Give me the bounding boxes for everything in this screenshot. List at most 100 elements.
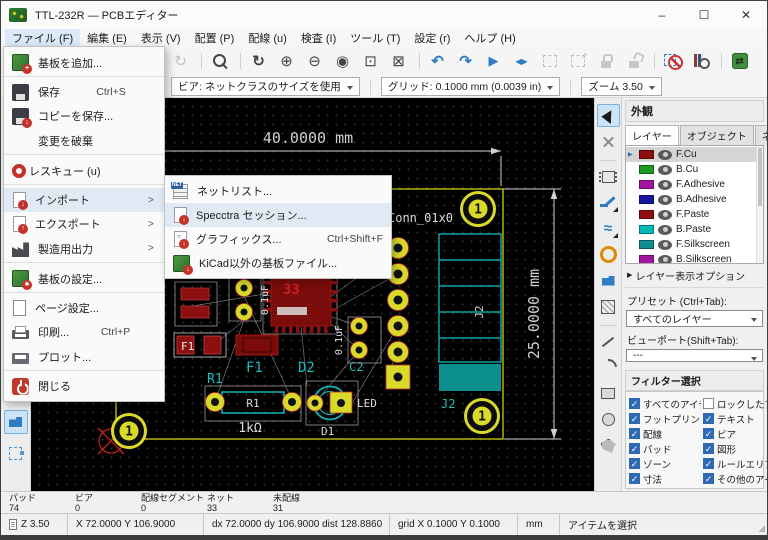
- layer-row[interactable]: ▶ B.Cu: [626, 162, 763, 177]
- filter-checkbox-item[interactable]: パッド: [629, 441, 701, 456]
- import-submenu-item[interactable]: ネットリスト...: [165, 179, 391, 203]
- layer-color-swatch[interactable]: [639, 210, 654, 219]
- layer-visibility-eye-icon[interactable]: [658, 209, 672, 220]
- menubar-item[interactable]: 配線 (u): [241, 29, 294, 46]
- menubar-item[interactable]: ヘルプ (H): [457, 29, 522, 46]
- layer-display-options[interactable]: ▶ レイヤー表示オプション: [625, 264, 764, 288]
- file-menu-item[interactable]: 変更を破棄 >: [4, 128, 164, 155]
- checkbox-icon[interactable]: [703, 473, 714, 484]
- import-submenu-item[interactable]: KiCad以外の基板ファイル...: [165, 251, 391, 275]
- layer-row[interactable]: ▶ F.Adhesive: [626, 177, 763, 192]
- minimize-button[interactable]: –: [641, 1, 683, 29]
- add-rule-area-button[interactable]: [597, 295, 620, 318]
- layer-color-swatch[interactable]: [639, 240, 654, 249]
- checkbox-icon[interactable]: [629, 443, 640, 454]
- add-footprint-button[interactable]: [597, 160, 620, 188]
- checkbox-icon[interactable]: [629, 428, 640, 439]
- appearance-tab[interactable]: オブジェクト: [679, 125, 754, 145]
- checkbox-icon[interactable]: [703, 443, 714, 454]
- grid-dropdown[interactable]: グリッド: 0.1000 mm (0.0039 in): [380, 77, 561, 96]
- layer-row[interactable]: ▶ F.Cu: [626, 147, 763, 162]
- appearance-tab[interactable]: ネット: [754, 125, 767, 145]
- library-browser-button[interactable]: [687, 48, 714, 74]
- filter-checkbox-item[interactable]: テキスト: [703, 411, 767, 426]
- close-button[interactable]: ✕: [725, 1, 767, 29]
- layer-row[interactable]: ▶ F.Silkscreen: [626, 237, 763, 252]
- zoom-fit-button[interactable]: [329, 48, 356, 74]
- menubar-item[interactable]: 編集 (E): [80, 29, 134, 46]
- add-zone-button[interactable]: [597, 269, 620, 292]
- rotate-ccw-button[interactable]: [419, 48, 451, 74]
- menubar-item[interactable]: 配置 (P): [188, 29, 242, 46]
- viewport-select[interactable]: ---: [626, 348, 763, 362]
- flip-button[interactable]: [480, 48, 507, 74]
- layer-visibility-eye-icon[interactable]: [658, 254, 672, 263]
- file-menu-item[interactable]: 製造用出力 >: [4, 236, 164, 263]
- filter-checkbox-item[interactable]: 寸法: [629, 471, 701, 486]
- file-menu-item[interactable]: コピーを保存... >: [4, 104, 164, 128]
- layer-visibility-eye-icon[interactable]: [658, 194, 672, 205]
- menubar-item[interactable]: 検査 (I): [294, 29, 343, 46]
- file-menu-item[interactable]: 閉じる >: [4, 374, 164, 398]
- menubar-item[interactable]: 表示 (V): [134, 29, 188, 46]
- fuse-f1[interactable]: F1: [173, 332, 279, 358]
- filter-checkbox-item[interactable]: ゾーン: [629, 456, 701, 471]
- filter-checkbox-item[interactable]: ルールエリア: [703, 456, 767, 471]
- draw-line-button[interactable]: [597, 325, 620, 353]
- filter-checkbox-item[interactable]: ビア: [703, 426, 767, 441]
- resize-grip[interactable]: ◢: [758, 523, 765, 534]
- copper-zone[interactable]: [439, 364, 501, 391]
- layer-visibility-eye-icon[interactable]: [658, 224, 672, 235]
- maximize-button[interactable]: ☐: [683, 1, 725, 29]
- lock-button[interactable]: [592, 48, 619, 74]
- draw-circle-button[interactable]: [597, 408, 620, 431]
- checkbox-icon[interactable]: [703, 428, 714, 439]
- layer-color-swatch[interactable]: [639, 180, 654, 189]
- refresh-button[interactable]: [240, 48, 272, 74]
- preset-select[interactable]: すべてのレイヤー: [626, 309, 763, 327]
- checkbox-icon[interactable]: [629, 458, 640, 469]
- file-menu-item[interactable]: インポート >: [4, 188, 164, 212]
- file-menu-item[interactable]: エクスポート >: [4, 212, 164, 236]
- zoom-in-button[interactable]: [273, 48, 300, 74]
- checkbox-icon[interactable]: [629, 473, 640, 484]
- file-menu-item[interactable]: 保存 Ctrl+S >: [4, 80, 164, 104]
- silkscreen-refs[interactable]: F1 R1 D2 C2: [207, 360, 363, 387]
- filter-checkbox-item[interactable]: 配線: [629, 426, 701, 441]
- checkbox-icon[interactable]: [703, 413, 714, 424]
- led-d1[interactable]: LED D1: [305, 380, 377, 438]
- filter-checkbox-item[interactable]: フットプリント: [629, 411, 701, 426]
- local-ratsnest-button[interactable]: [597, 130, 620, 153]
- via-size-dropdown[interactable]: ビア: ネットクラスのサイズを使用: [171, 77, 360, 96]
- add-via-button[interactable]: [597, 243, 620, 266]
- zoom-out-button[interactable]: [301, 48, 328, 74]
- sketch-mode-button[interactable]: [4, 441, 28, 465]
- capacitor-c2[interactable]: 0.1uF: [334, 316, 382, 364]
- unlock-button[interactable]: [620, 48, 647, 74]
- layer-color-swatch[interactable]: [639, 195, 654, 204]
- file-menu-item[interactable]: プロット... >: [4, 344, 164, 371]
- layer-list-scrollbar[interactable]: [756, 146, 763, 263]
- menubar-item[interactable]: ツール (T): [343, 29, 407, 46]
- draw-rectangle-button[interactable]: [597, 382, 620, 405]
- appearance-tab[interactable]: レイヤー: [625, 125, 679, 145]
- layer-row[interactable]: ▶ F.Paste: [626, 207, 763, 222]
- draw-polygon-button[interactable]: [597, 434, 620, 457]
- import-submenu-item[interactable]: グラフィックス... Ctrl+Shift+F: [165, 227, 391, 251]
- layer-row[interactable]: ▶ B.Silkscreen: [626, 252, 763, 263]
- zone-display-button[interactable]: [3, 410, 28, 434]
- layer-visibility-eye-icon[interactable]: [658, 179, 672, 190]
- file-menu-item[interactable]: 印刷... Ctrl+P >: [4, 320, 164, 344]
- import-submenu-item[interactable]: Specctra セッション...: [165, 203, 391, 227]
- file-menu-item[interactable]: 基板を追加... >: [4, 50, 164, 77]
- ferrite-footprint[interactable]: [174, 281, 218, 327]
- layer-visibility-eye-icon[interactable]: [658, 239, 672, 250]
- layer-visibility-eye-icon[interactable]: [658, 149, 672, 160]
- filter-checkbox-item[interactable]: 図形: [703, 441, 767, 456]
- file-menu-item[interactable]: レスキュー (u) >: [4, 158, 164, 185]
- draw-arc-button[interactable]: [597, 356, 620, 379]
- filter-checkbox-item[interactable]: ロックしたアイテム: [703, 396, 767, 411]
- resistor-r1[interactable]: R1 1kΩ: [204, 385, 302, 436]
- mirror-button[interactable]: [508, 48, 535, 74]
- layer-color-swatch[interactable]: [639, 165, 654, 174]
